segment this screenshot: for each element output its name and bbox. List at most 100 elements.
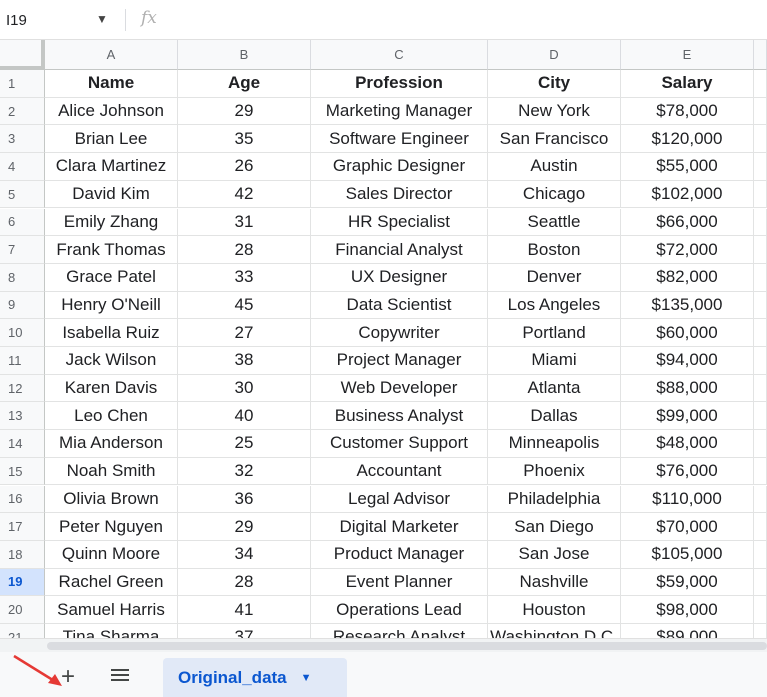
row-header[interactable]: 11 bbox=[0, 347, 45, 375]
cell-f[interactable] bbox=[754, 430, 767, 458]
cell-name[interactable]: Samuel Harris bbox=[45, 596, 178, 624]
row-header[interactable]: 1 bbox=[0, 70, 45, 98]
cell-city[interactable]: Los Angeles bbox=[488, 291, 621, 320]
cell-f[interactable] bbox=[754, 374, 767, 403]
cell-salary[interactable]: $102,000 bbox=[621, 180, 754, 209]
cell-city[interactable]: Philadelphia bbox=[488, 485, 621, 514]
cell-name[interactable]: Noah Smith bbox=[45, 457, 178, 486]
cell-name[interactable]: Henry O'Neill bbox=[45, 291, 178, 320]
cell-salary[interactable]: $66,000 bbox=[621, 208, 754, 237]
cell-city[interactable]: Nashville bbox=[488, 568, 621, 597]
cell-age[interactable]: 34 bbox=[178, 540, 311, 569]
cell-age[interactable]: 28 bbox=[178, 568, 311, 597]
header-cell-age[interactable]: Age bbox=[178, 70, 311, 98]
cell-f[interactable] bbox=[754, 457, 767, 486]
column-header-e[interactable]: E bbox=[621, 40, 754, 70]
cell-f[interactable] bbox=[754, 402, 767, 431]
cell-city[interactable]: Atlanta bbox=[488, 374, 621, 403]
cell-salary[interactable]: $76,000 bbox=[621, 457, 754, 486]
cell-name[interactable]: Rachel Green bbox=[45, 568, 178, 597]
cell-age[interactable]: 31 bbox=[178, 208, 311, 237]
row-header[interactable]: 16 bbox=[0, 485, 45, 514]
header-cell-city[interactable]: City bbox=[488, 70, 621, 98]
cell-f[interactable] bbox=[754, 540, 767, 569]
cell-profession[interactable]: Accountant bbox=[311, 457, 488, 486]
cell-f[interactable] bbox=[754, 347, 767, 375]
row-header[interactable]: 20 bbox=[0, 596, 45, 624]
cell-city[interactable]: San Francisco bbox=[488, 125, 621, 154]
cell-f[interactable] bbox=[754, 513, 767, 541]
cell-name[interactable]: Alice Johnson bbox=[45, 97, 178, 126]
row-header[interactable]: 21 bbox=[0, 624, 45, 638]
cell-name[interactable]: Olivia Brown bbox=[45, 485, 178, 514]
cell-profession[interactable]: Data Scientist bbox=[311, 291, 488, 320]
column-header-b[interactable]: B bbox=[178, 40, 311, 70]
row-header[interactable]: 9 bbox=[0, 291, 45, 320]
cell-profession[interactable]: HR Specialist bbox=[311, 208, 488, 237]
header-cell-name[interactable]: Name bbox=[45, 70, 178, 98]
row-header[interactable]: 10 bbox=[0, 319, 45, 347]
cell-age[interactable]: 37 bbox=[178, 624, 311, 638]
row-header[interactable]: 13 bbox=[0, 402, 45, 431]
select-all-corner[interactable] bbox=[0, 40, 45, 70]
sheet-tab-dropdown-icon[interactable]: ▼ bbox=[301, 672, 312, 684]
cell-city[interactable]: Dallas bbox=[488, 402, 621, 431]
cell-name[interactable]: Brian Lee bbox=[45, 125, 178, 154]
cell-profession[interactable]: Marketing Manager bbox=[311, 97, 488, 126]
cell-f[interactable] bbox=[754, 485, 767, 514]
cell-profession[interactable]: Software Engineer bbox=[311, 125, 488, 154]
row-header[interactable]: 2 bbox=[0, 97, 45, 126]
cell-city[interactable]: Washington D.C. bbox=[488, 624, 621, 638]
cell-profession[interactable]: Graphic Designer bbox=[311, 153, 488, 181]
cell-name[interactable]: Tina Sharma bbox=[45, 624, 178, 638]
cell-age[interactable]: 25 bbox=[178, 430, 311, 458]
cell-name[interactable]: Frank Thomas bbox=[45, 236, 178, 264]
cell-profession[interactable]: Web Developer bbox=[311, 374, 488, 403]
row-header[interactable]: 7 bbox=[0, 236, 45, 264]
cell-salary[interactable]: $70,000 bbox=[621, 513, 754, 541]
cell-profession[interactable]: UX Designer bbox=[311, 263, 488, 292]
add-sheet-button[interactable]: + bbox=[52, 663, 84, 690]
cell-f[interactable] bbox=[754, 180, 767, 209]
cell-age[interactable]: 38 bbox=[178, 347, 311, 375]
cell-salary[interactable]: $78,000 bbox=[621, 97, 754, 126]
row-header[interactable]: 8 bbox=[0, 263, 45, 292]
cell-name[interactable]: Clara Martinez bbox=[45, 153, 178, 181]
column-header-c[interactable]: C bbox=[311, 40, 488, 70]
cell-salary[interactable]: $48,000 bbox=[621, 430, 754, 458]
cell-f[interactable] bbox=[754, 125, 767, 154]
row-header[interactable]: 6 bbox=[0, 208, 45, 237]
cell-age[interactable]: 30 bbox=[178, 374, 311, 403]
cell-salary[interactable]: $110,000 bbox=[621, 485, 754, 514]
cell-f[interactable] bbox=[754, 319, 767, 347]
row-header[interactable]: 3 bbox=[0, 125, 45, 154]
cell-city[interactable]: San Diego bbox=[488, 513, 621, 541]
cell-profession[interactable]: Legal Advisor bbox=[311, 485, 488, 514]
cell-city[interactable]: Denver bbox=[488, 263, 621, 292]
cell-f[interactable] bbox=[754, 97, 767, 126]
cell-f[interactable] bbox=[754, 263, 767, 292]
cell-f[interactable] bbox=[754, 153, 767, 181]
cell-profession[interactable]: Sales Director bbox=[311, 180, 488, 209]
cell-age[interactable]: 29 bbox=[178, 97, 311, 126]
row-header[interactable]: 17 bbox=[0, 513, 45, 541]
cell-salary[interactable]: $72,000 bbox=[621, 236, 754, 264]
cell-name[interactable]: Grace Patel bbox=[45, 263, 178, 292]
cell-f[interactable] bbox=[754, 236, 767, 264]
cell-age[interactable]: 26 bbox=[178, 153, 311, 181]
cell-name[interactable]: Jack Wilson bbox=[45, 347, 178, 375]
cell-city[interactable]: Minneapolis bbox=[488, 430, 621, 458]
header-cell-salary[interactable]: Salary bbox=[621, 70, 754, 98]
horizontal-scrollbar-thumb[interactable] bbox=[47, 642, 767, 650]
cell-profession[interactable]: Copywriter bbox=[311, 319, 488, 347]
header-cell-profession[interactable]: Profession bbox=[311, 70, 488, 98]
cell-profession[interactable]: Business Analyst bbox=[311, 402, 488, 431]
cell-name[interactable]: Karen Davis bbox=[45, 374, 178, 403]
row-header[interactable]: 5 bbox=[0, 180, 45, 209]
cell-city[interactable]: Phoenix bbox=[488, 457, 621, 486]
name-box-dropdown-icon[interactable]: ▼ bbox=[96, 12, 108, 26]
cell-city[interactable]: Boston bbox=[488, 236, 621, 264]
cell-age[interactable]: 28 bbox=[178, 236, 311, 264]
cell-salary[interactable]: $99,000 bbox=[621, 402, 754, 431]
cell-name[interactable]: Leo Chen bbox=[45, 402, 178, 431]
